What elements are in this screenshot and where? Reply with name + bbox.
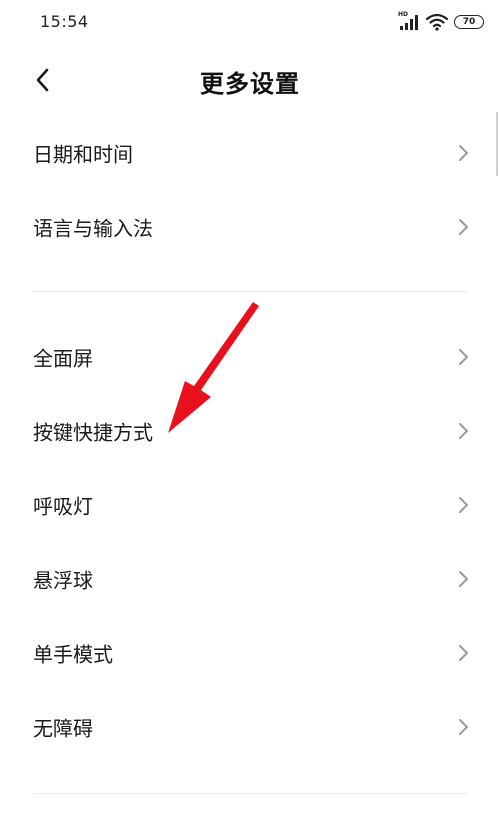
- chevron-right-icon: [459, 645, 468, 661]
- settings-item-full-screen[interactable]: 全面屏: [0, 320, 500, 394]
- chevron-right-icon: [459, 497, 468, 513]
- chevron-left-icon: [36, 68, 49, 92]
- settings-item-date-time[interactable]: 日期和时间: [0, 116, 500, 190]
- settings-item-label: 语言与输入法: [33, 216, 153, 241]
- chevron-right-icon: [459, 349, 468, 365]
- status-icons: HD 70: [398, 11, 484, 32]
- settings-item-label: 无障碍: [33, 716, 93, 741]
- chevron-right-icon: [459, 571, 468, 587]
- settings-item-one-handed-mode[interactable]: 单手模式: [0, 616, 500, 690]
- chevron-right-icon: [459, 145, 468, 161]
- settings-item-label: 全面屏: [33, 346, 93, 371]
- chevron-right-icon: [459, 423, 468, 439]
- header: 更多设置: [0, 52, 500, 108]
- settings-item-language-input[interactable]: 语言与输入法: [0, 190, 500, 264]
- settings-item-notification-light[interactable]: 呼吸灯: [0, 468, 500, 542]
- status-time: 15:54: [40, 12, 89, 31]
- status-bar: 15:54 HD 70: [0, 0, 500, 44]
- chevron-right-icon: [459, 719, 468, 735]
- settings-item-floating-ball[interactable]: 悬浮球: [0, 542, 500, 616]
- settings-item-button-shortcuts[interactable]: 按键快捷方式: [0, 394, 500, 468]
- section-divider: [33, 793, 467, 794]
- chevron-right-icon: [459, 219, 468, 235]
- battery-icon: 70: [454, 15, 484, 29]
- settings-item-label: 悬浮球: [33, 568, 93, 593]
- battery-level: 70: [462, 17, 476, 27]
- cellular-signal-icon: HD: [398, 11, 420, 31]
- settings-item-label: 日期和时间: [33, 142, 133, 167]
- settings-item-label: 按键快捷方式: [33, 420, 153, 445]
- settings-item-label: 呼吸灯: [33, 494, 93, 519]
- back-button[interactable]: [26, 64, 58, 96]
- wifi-icon: [426, 13, 448, 31]
- section-divider: [33, 291, 467, 292]
- page-title: 更多设置: [200, 70, 300, 98]
- hd-label: HD: [398, 11, 409, 18]
- settings-item-accessibility[interactable]: 无障碍: [0, 690, 500, 764]
- settings-item-label: 单手模式: [33, 642, 113, 667]
